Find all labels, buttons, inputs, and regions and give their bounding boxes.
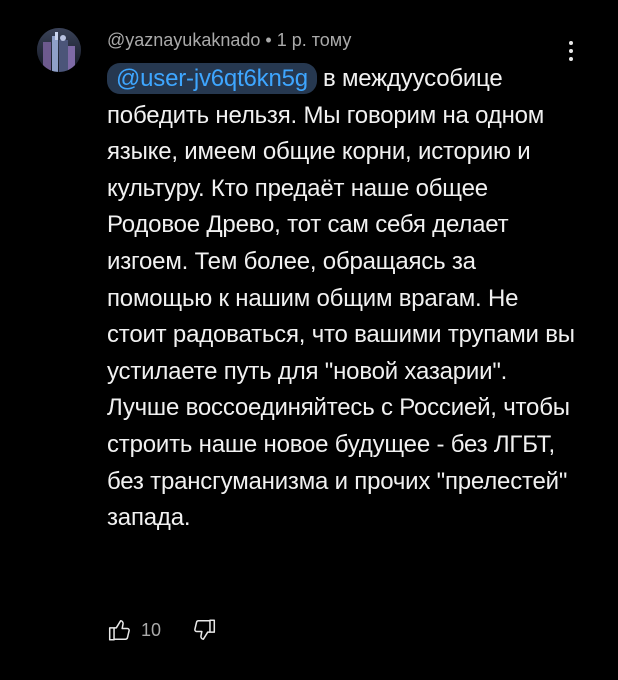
comment-thread-item: @yaznayukaknado • 1 р. тому @user-jv6qt6kn…: [0, 0, 618, 680]
mention-link[interactable]: @user-jv6qt6kn5g: [107, 63, 317, 94]
avatar-image: [37, 28, 81, 72]
comment-timestamp[interactable]: 1 р. тому: [277, 30, 352, 50]
meta-separator: •: [265, 30, 272, 50]
author-name[interactable]: @yaznayukaknado: [107, 30, 260, 50]
comment-header: @yaznayukaknado • 1 р. тому: [107, 28, 351, 52]
avatar[interactable]: [37, 28, 81, 72]
like-count: 10: [141, 619, 162, 640]
comment-actions: 10: [107, 614, 217, 646]
thumb-down-icon: [194, 619, 216, 640]
comment-text: в междуусобице победить нельзя. Мы говор…: [107, 65, 575, 532]
comment-body: @user-jv6qt6kn5g в междуусобице победить …: [107, 61, 577, 537]
like-button[interactable]: 10: [107, 617, 191, 643]
dislike-button[interactable]: [191, 617, 217, 643]
thumb-up-icon: [108, 620, 130, 641]
